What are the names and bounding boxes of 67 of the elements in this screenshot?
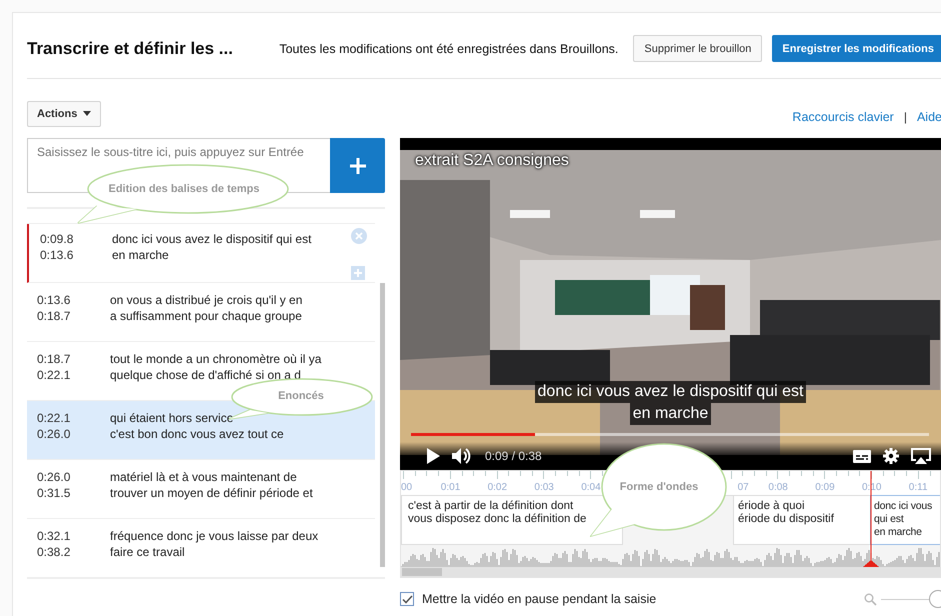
- delete-draft-button[interactable]: Supprimer le brouillon: [633, 35, 762, 62]
- subtitle-text: donc ici vous avez le dispositif qui est: [534, 381, 806, 403]
- caption-row[interactable]: 0:26.0 0:31.5 matériel là et à vous maintenant de trouver un moyen de définir période et: [27, 460, 375, 519]
- caption-text: en marche: [112, 248, 170, 263]
- caption-text: fréquence donc je vous laisse par deux: [110, 529, 318, 544]
- caption-row[interactable]: 0:09.8 0:13.6 donc ici vous avez le dispositif qui est en marche: [27, 224, 375, 283]
- time-tick: 0:04: [581, 482, 601, 493]
- time-tick: 0:03: [534, 482, 554, 493]
- caption-segment[interactable]: donc ici vous qui est en marche: [870, 495, 940, 545]
- airplay-icon[interactable]: [911, 448, 931, 464]
- actions-dropdown[interactable]: Actions: [27, 100, 102, 126]
- caption-text: c'est bon donc vous avez tout ce: [110, 426, 284, 442]
- zoom-slider[interactable]: [881, 589, 941, 609]
- time-tick: 0:08: [768, 482, 788, 493]
- time-tick: 07: [738, 482, 749, 493]
- caption-text: on vous a distribué je crois qu'il y en: [110, 293, 302, 308]
- caption-row[interactable]: 0:32.1 0:38.2 fréquence donc je vous laisse par deux faire ce travail: [27, 519, 375, 578]
- plus-icon: [350, 158, 366, 174]
- end-time[interactable]: 0:38.2: [37, 544, 110, 560]
- save-status: Toutes les modifications ont été enregistrées dans Brouillons.: [279, 42, 618, 56]
- end-time[interactable]: 0:22.1: [37, 368, 110, 383]
- caret-icon: [83, 111, 92, 116]
- caption-segment[interactable]: ériode à quoi ériode du dispositif: [733, 495, 871, 545]
- caption-text: donc ici vous avez le dispositif qui est: [112, 232, 312, 248]
- caption-text: faire ce travail: [110, 544, 186, 560]
- save-button[interactable]: Enregistrer les modifications: [772, 35, 941, 62]
- start-time[interactable]: 0:26.0: [37, 470, 110, 486]
- add-subtitle-button[interactable]: [330, 138, 385, 193]
- caption-text: trouver un moyen de définir période et: [110, 486, 313, 501]
- pause-checkbox[interactable]: [400, 592, 414, 606]
- separator: |: [904, 110, 907, 124]
- callout-tooltip: Edition des balises de temps: [77, 164, 291, 225]
- time-tick: 0:09: [815, 482, 835, 493]
- progress-bar[interactable]: [411, 433, 929, 436]
- checkbox-label[interactable]: Mettre la vidéo en pause pendant la saisie: [422, 592, 656, 606]
- scrollbar[interactable]: [380, 283, 385, 567]
- page-title: Transcrire et définir les ...: [27, 38, 234, 58]
- end-time[interactable]: 0:18.7: [37, 308, 110, 324]
- time-tick: 00: [401, 482, 412, 493]
- play-icon[interactable]: [427, 448, 440, 464]
- subtitle-text: en marche: [630, 403, 712, 425]
- volume-icon[interactable]: [452, 448, 471, 464]
- scrollbar[interactable]: [402, 568, 442, 576]
- zoom-icon: [864, 592, 877, 606]
- settings-icon[interactable]: [883, 448, 899, 464]
- caption-text: qui étaient hors service: [110, 411, 234, 426]
- time-tick: 0:01: [440, 482, 460, 493]
- time-tick: 0:11: [908, 482, 928, 493]
- subtitles-icon[interactable]: [853, 450, 871, 462]
- end-time[interactable]: 0:26.0: [37, 426, 110, 442]
- caption-text: matériel là et à vous maintenant de: [110, 470, 298, 486]
- start-time[interactable]: 0:13.6: [37, 293, 110, 308]
- end-time[interactable]: 0:31.5: [37, 486, 110, 501]
- keyboard-shortcuts-link[interactable]: Raccourcis clavier: [792, 110, 894, 124]
- video-title: extrait S2A consignes: [415, 152, 569, 170]
- start-time[interactable]: 0:09.8: [40, 232, 112, 248]
- start-time[interactable]: 0:18.7: [37, 352, 110, 368]
- time-tick: 0:02: [488, 482, 508, 493]
- video-time: 0:09 / 0:38: [485, 449, 542, 463]
- video-player[interactable]: extrait S2A consignes donc ici vous avez le dispositif qui est en marche 0:09 / 0:38: [400, 138, 941, 470]
- caption-row[interactable]: 0:13.6 0:18.7 on vous a distribué je crois qu'il y en a suffisamment pour chaque groupe: [27, 283, 375, 342]
- start-time[interactable]: 0:22.1: [37, 411, 110, 426]
- start-time[interactable]: 0:32.1: [37, 529, 110, 544]
- end-time[interactable]: 0:13.6: [40, 248, 112, 263]
- caption-row[interactable]: 0:22.1 0:26.0 qui étaient hors service c'est bon donc vous avez tout ce: [27, 401, 375, 460]
- caption-text: tout le monde a un chronomètre où il ya: [110, 352, 322, 368]
- caption-text: a suffisamment pour chaque groupe: [110, 308, 302, 324]
